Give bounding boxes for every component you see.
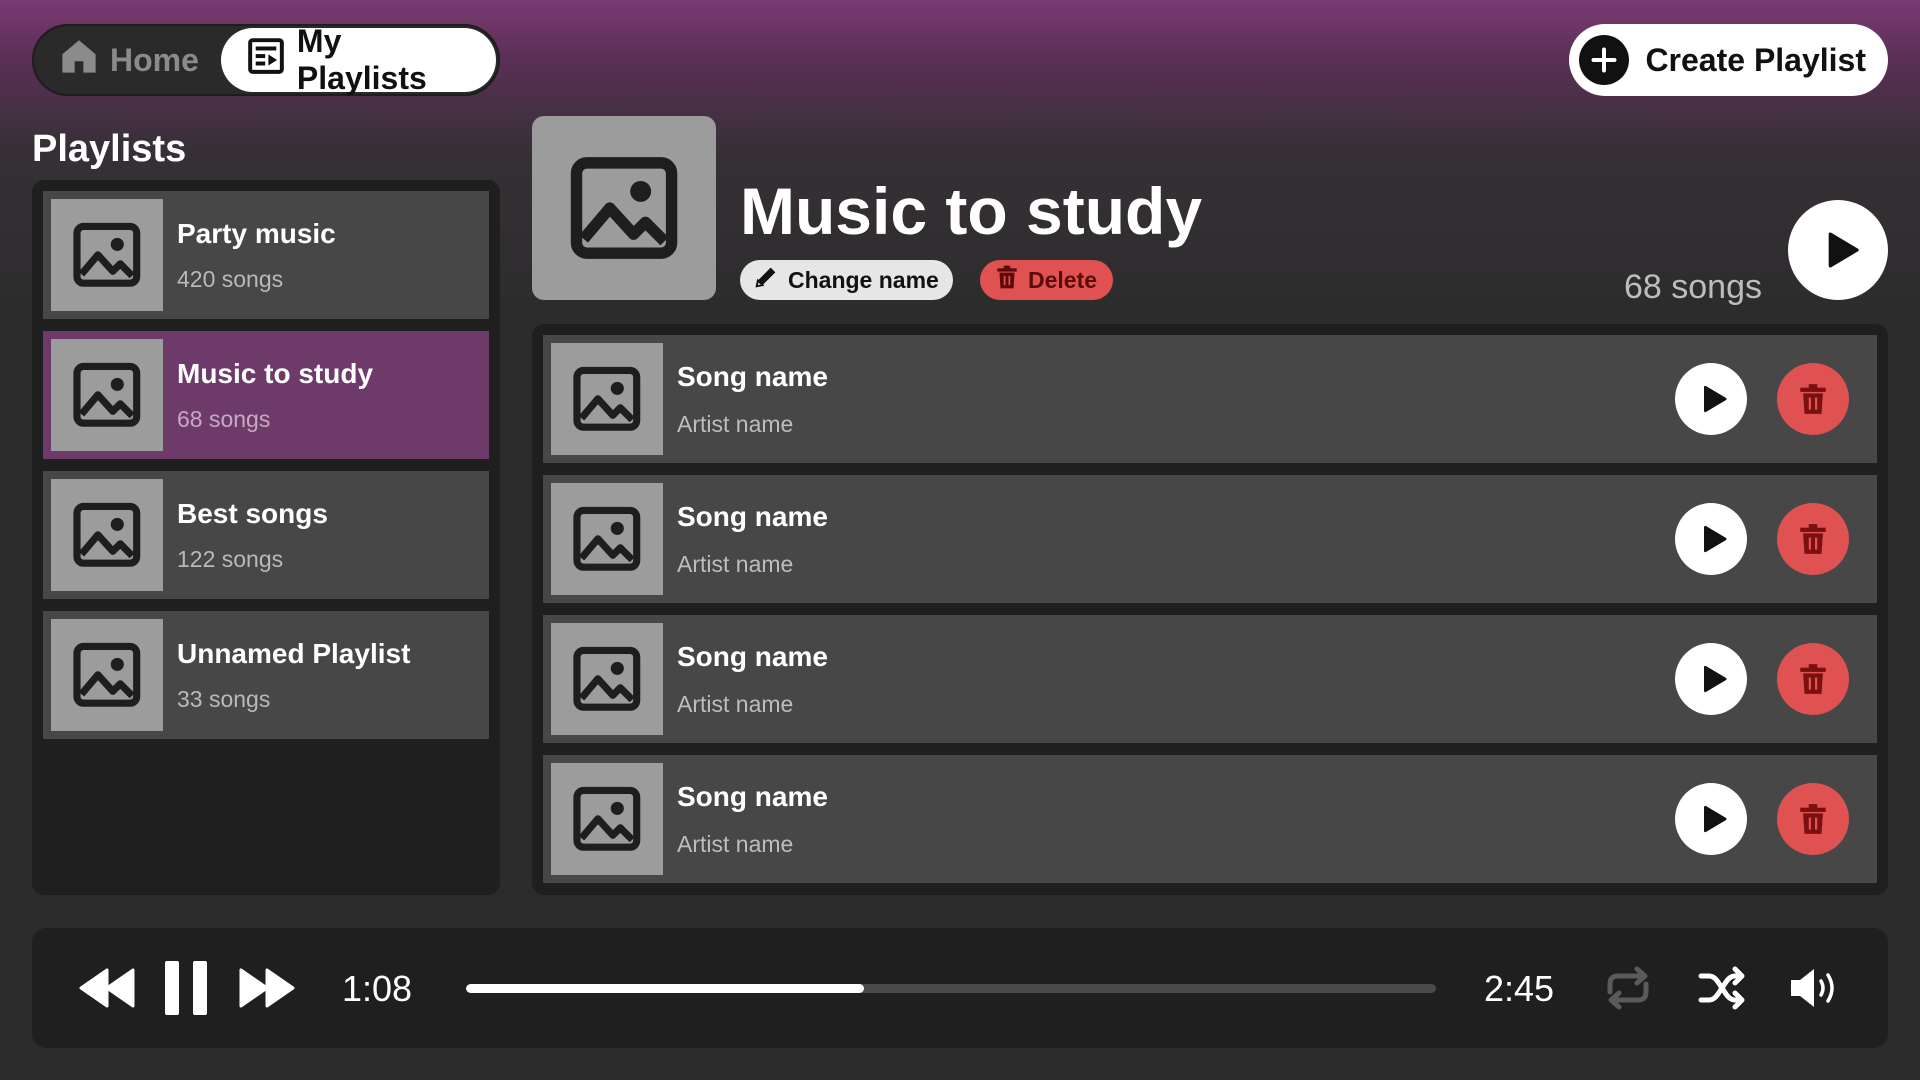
- image-placeholder-icon: [51, 339, 163, 451]
- artist-name: Artist name: [677, 690, 794, 717]
- player-bar: 1:08 2:45: [32, 928, 1888, 1048]
- song-name: Song name: [677, 500, 828, 532]
- song-row[interactable]: Song name Artist name: [543, 615, 1877, 743]
- progress-bar[interactable]: [466, 984, 1436, 993]
- playlist-title: Music to study: [740, 174, 1203, 248]
- shuffle-button[interactable]: [1698, 966, 1746, 1010]
- volume-button[interactable]: [1788, 966, 1842, 1010]
- trash-icon: [1800, 384, 1826, 414]
- total-time: 2:45: [1484, 968, 1555, 1009]
- play-song-button[interactable]: [1675, 783, 1747, 855]
- delete-song-button[interactable]: [1777, 503, 1849, 575]
- artist-name: Artist name: [677, 830, 794, 857]
- nav-my-playlists-button[interactable]: My Playlists: [220, 23, 496, 96]
- pause-button[interactable]: [164, 960, 208, 1016]
- playlist-sidebar: Party music 420 songs Music to study 68 …: [32, 180, 500, 895]
- play-icon: [1703, 665, 1726, 693]
- pencil-icon: [752, 263, 780, 297]
- playlist-icon: [247, 37, 285, 83]
- create-playlist-button[interactable]: Create Playlist: [1569, 24, 1888, 96]
- play-icon: [1703, 805, 1726, 833]
- play-playlist-button[interactable]: [1788, 200, 1888, 300]
- delete-song-button[interactable]: [1777, 783, 1849, 855]
- play-icon: [1703, 525, 1726, 553]
- song-name: Song name: [677, 360, 828, 392]
- song-name: Song name: [677, 640, 828, 672]
- image-placeholder-icon: [51, 619, 163, 731]
- delete-song-button[interactable]: [1777, 363, 1849, 435]
- image-placeholder-icon: [551, 763, 663, 875]
- song-row[interactable]: Song name Artist name: [543, 755, 1877, 883]
- playlist-song-total: 68 songs: [1624, 268, 1762, 306]
- song-list: Song name Artist name Song name Artist n…: [532, 324, 1888, 895]
- current-time: 1:08: [342, 968, 413, 1009]
- image-placeholder-icon: [570, 157, 678, 259]
- playlist-song-count: 420 songs: [177, 265, 284, 292]
- sidebar-item-music-to-study[interactable]: Music to study 68 songs: [43, 331, 489, 459]
- sidebar-item-unnamed-playlist[interactable]: Unnamed Playlist 33 songs: [43, 611, 489, 739]
- sidebar-item-party-music[interactable]: Party music 420 songs: [43, 191, 489, 319]
- song-row[interactable]: Song name Artist name: [543, 475, 1877, 603]
- artist-name: Artist name: [677, 550, 794, 577]
- trash-icon: [1800, 804, 1826, 834]
- house-icon: [58, 35, 100, 85]
- nav-my-playlists-label: My Playlists: [296, 23, 427, 96]
- rewind-icon: [79, 968, 135, 1008]
- image-placeholder-icon: [551, 483, 663, 595]
- change-name-button[interactable]: Change name: [740, 260, 953, 300]
- trash-icon: [1800, 524, 1826, 554]
- plus-circle-icon: [1579, 35, 1630, 85]
- volume-icon: [1791, 969, 1834, 1007]
- play-song-button[interactable]: [1675, 363, 1747, 435]
- image-placeholder-icon: [551, 343, 663, 455]
- create-playlist-label: Create Playlist: [1645, 41, 1866, 78]
- nav-toggle: Home My Playlists: [32, 23, 500, 96]
- delete-playlist-label: Delete: [1028, 266, 1098, 293]
- delete-song-button[interactable]: [1777, 643, 1849, 715]
- playlist-name: Best songs: [177, 497, 328, 529]
- change-name-label: Change name: [788, 266, 939, 293]
- fast-forward-icon: [239, 968, 295, 1008]
- playlist-song-count: 122 songs: [177, 545, 284, 572]
- playlist-name: Music to study: [177, 357, 374, 389]
- shuffle-icon: [1698, 966, 1745, 1010]
- play-icon: [1828, 232, 1859, 268]
- nav-home-label: Home: [110, 41, 199, 78]
- image-placeholder-icon: [551, 623, 663, 735]
- nav-home-button[interactable]: Home: [34, 28, 221, 92]
- artist-name: Artist name: [677, 410, 794, 437]
- sidebar-item-best-songs[interactable]: Best songs 122 songs: [43, 471, 489, 599]
- play-song-button[interactable]: [1675, 643, 1747, 715]
- song-name: Song name: [677, 780, 828, 812]
- sidebar-title: Playlists: [32, 128, 187, 170]
- playlist-name: Party music: [177, 217, 336, 249]
- delete-playlist-button[interactable]: Delete: [980, 260, 1114, 300]
- play-icon: [1703, 385, 1726, 413]
- playlist-song-count: 33 songs: [177, 685, 271, 712]
- song-row[interactable]: Song name Artist name: [543, 335, 1877, 463]
- playlist-name: Unnamed Playlist: [177, 637, 411, 669]
- image-placeholder-icon: [51, 479, 163, 591]
- repeat-button[interactable]: [1604, 966, 1652, 1010]
- next-track-button[interactable]: [238, 966, 296, 1010]
- image-placeholder-icon: [51, 199, 163, 311]
- playlist-song-count: 68 songs: [177, 405, 271, 432]
- trash-icon: [1800, 664, 1826, 694]
- play-song-button[interactable]: [1675, 503, 1747, 575]
- playlist-cover-image: [532, 116, 716, 300]
- previous-track-button[interactable]: [78, 966, 136, 1010]
- pause-icon: [165, 961, 207, 1015]
- progress-fill: [466, 984, 864, 993]
- repeat-icon: [1607, 966, 1649, 1010]
- trash-icon: [994, 264, 1020, 296]
